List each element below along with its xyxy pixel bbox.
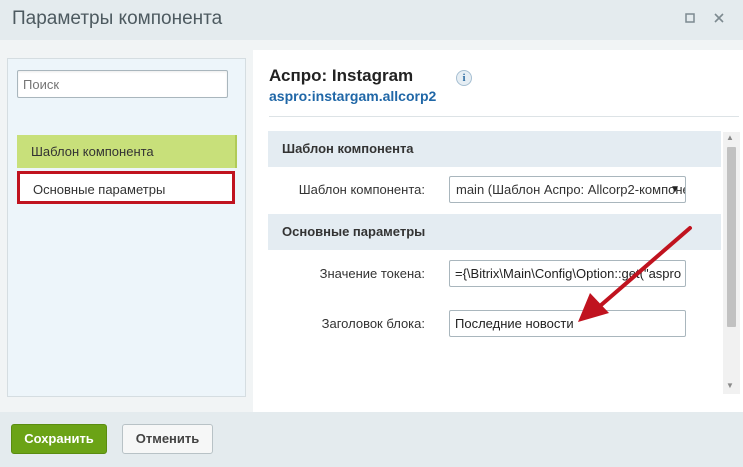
- annotation-arrow-icon: [578, 226, 692, 322]
- dialog-footer: [0, 412, 743, 467]
- save-button[interactable]: Сохранить: [11, 424, 107, 454]
- cancel-button[interactable]: Отменить: [122, 424, 213, 454]
